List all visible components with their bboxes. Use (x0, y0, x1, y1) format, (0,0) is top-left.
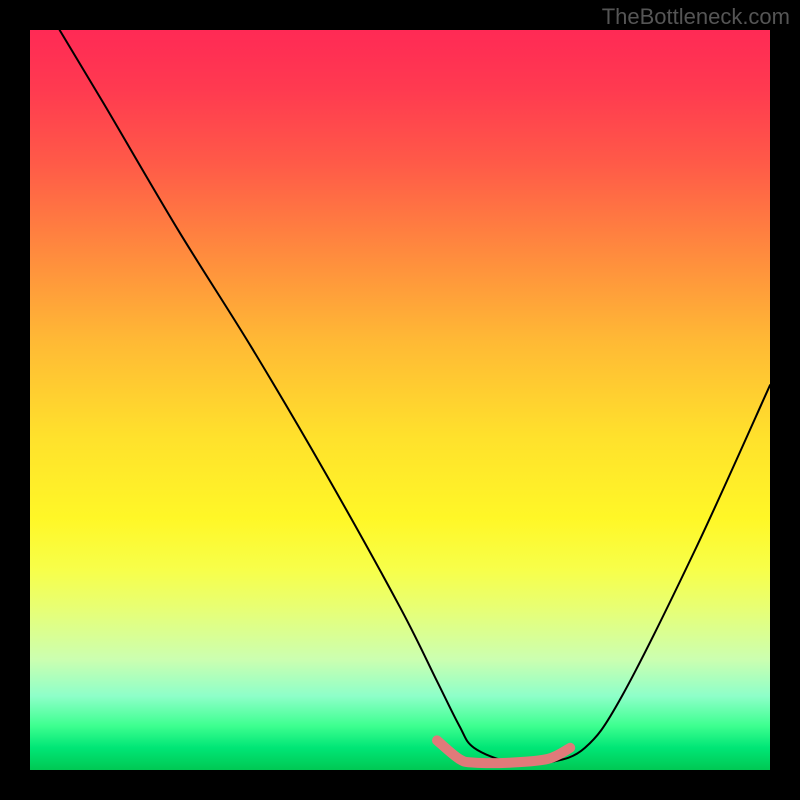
chart-svg (30, 30, 770, 770)
bottleneck-curve (60, 30, 770, 764)
bottom-marker-band (437, 740, 570, 763)
chart-plot-area (30, 30, 770, 770)
watermark-text: TheBottleneck.com (602, 4, 790, 30)
